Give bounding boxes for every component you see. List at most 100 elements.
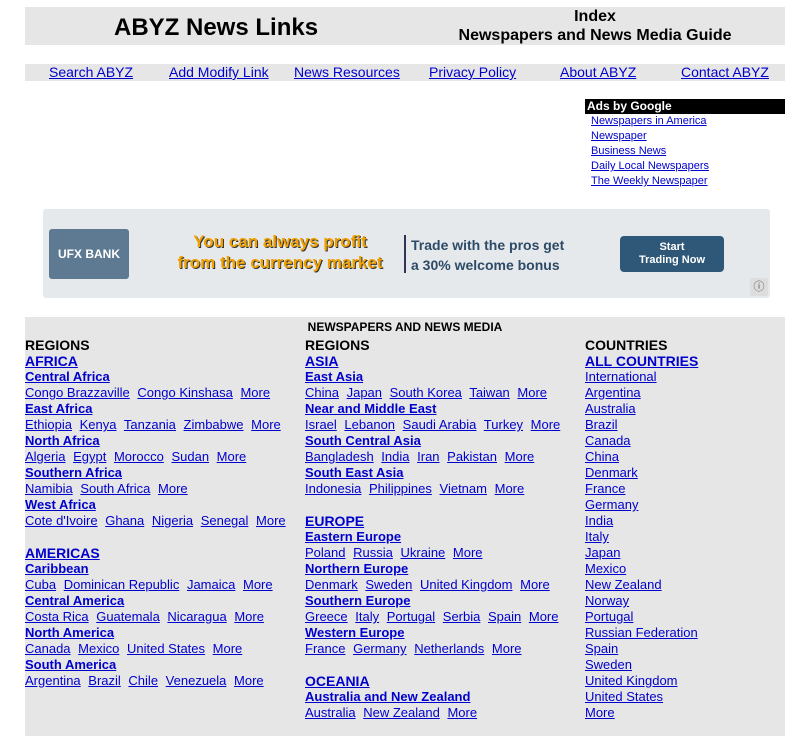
country-link[interactable]: United Kingdom: [420, 577, 513, 592]
more-link[interactable]: More: [585, 705, 785, 721]
country-link[interactable]: Pakistan: [447, 449, 497, 464]
country-link[interactable]: United Kingdom: [585, 673, 785, 689]
country-link[interactable]: Israel: [305, 417, 337, 432]
country-link[interactable]: Germany: [585, 497, 785, 513]
country-link[interactable]: Brazil: [585, 417, 785, 433]
country-link[interactable]: Costa Rica: [25, 609, 89, 624]
country-link[interactable]: Spain: [488, 609, 521, 624]
country-link[interactable]: Argentina: [25, 673, 81, 688]
subregion-east-africa[interactable]: East Africa: [25, 401, 92, 416]
country-link[interactable]: Portugal: [387, 609, 435, 624]
nav-search-abyz[interactable]: Search ABYZ: [49, 64, 133, 81]
region-europe[interactable]: EUROPE: [305, 513, 364, 529]
country-link[interactable]: Iran: [417, 449, 439, 464]
country-link[interactable]: Sweden: [365, 577, 412, 592]
country-link[interactable]: Nigeria: [152, 513, 193, 528]
more-link[interactable]: More: [492, 641, 522, 656]
more-link[interactable]: More: [505, 449, 535, 464]
subregion-central-africa[interactable]: Central Africa: [25, 369, 110, 384]
country-link[interactable]: South Africa: [80, 481, 150, 496]
nav-add-modify-link[interactable]: Add Modify Link: [169, 64, 269, 81]
country-link[interactable]: Kenya: [80, 417, 117, 432]
country-link[interactable]: Lebanon: [344, 417, 395, 432]
country-link[interactable]: Netherlands: [414, 641, 484, 656]
country-link[interactable]: Argentina: [585, 385, 785, 401]
country-link[interactable]: Tanzania: [124, 417, 176, 432]
country-link[interactable]: Brazil: [88, 673, 121, 688]
more-link[interactable]: More: [256, 513, 286, 528]
country-link[interactable]: Japan: [585, 545, 785, 561]
subregion-southern-africa[interactable]: Southern Africa: [25, 465, 122, 480]
more-link[interactable]: More: [517, 385, 547, 400]
country-link[interactable]: Poland: [305, 545, 345, 560]
country-link[interactable]: Spain: [585, 641, 785, 657]
subregion-southern-europe[interactable]: Southern Europe: [305, 593, 410, 608]
subregion-south-america[interactable]: South America: [25, 657, 116, 672]
ad-link[interactable]: Daily Local Newspapers: [591, 160, 709, 172]
more-link[interactable]: More: [240, 385, 270, 400]
subregion-near-middle-east[interactable]: Near and Middle East: [305, 401, 436, 416]
country-link[interactable]: Japan: [347, 385, 382, 400]
country-link[interactable]: Mexico: [78, 641, 119, 656]
country-link[interactable]: China: [585, 449, 785, 465]
ad-link[interactable]: The Weekly Newspaper: [591, 175, 708, 187]
country-link[interactable]: Russian Federation: [585, 625, 785, 641]
country-link[interactable]: United States: [127, 641, 205, 656]
country-link[interactable]: Congo Brazzaville: [25, 385, 130, 400]
more-link[interactable]: More: [495, 481, 525, 496]
country-link[interactable]: China: [305, 385, 339, 400]
country-link[interactable]: Mexico: [585, 561, 785, 577]
country-link[interactable]: Cote d'Ivoire: [25, 513, 98, 528]
country-link[interactable]: Italy: [355, 609, 379, 624]
country-link[interactable]: Saudi Arabia: [403, 417, 477, 432]
ad-banner[interactable]: UFX BANK You can always profit from the …: [43, 209, 770, 298]
country-link[interactable]: France: [585, 481, 785, 497]
country-link[interactable]: Congo Kinshasa: [137, 385, 232, 400]
more-link[interactable]: More: [217, 449, 247, 464]
country-link[interactable]: Denmark: [305, 577, 358, 592]
more-link[interactable]: More: [234, 609, 264, 624]
start-trading-button[interactable]: Start Trading Now: [620, 236, 724, 272]
country-link[interactable]: Canada: [585, 433, 785, 449]
country-link[interactable]: India: [585, 513, 785, 529]
subregion-south-central-asia[interactable]: South Central Asia: [305, 433, 421, 448]
region-americas[interactable]: AMERICAS: [25, 545, 100, 561]
more-link[interactable]: More: [447, 705, 477, 720]
more-link[interactable]: More: [158, 481, 188, 496]
subregion-northern-europe[interactable]: Northern Europe: [305, 561, 408, 576]
country-link[interactable]: Ukraine: [400, 545, 445, 560]
country-link[interactable]: Portugal: [585, 609, 785, 625]
more-link[interactable]: More: [234, 673, 264, 688]
nav-privacy-policy[interactable]: Privacy Policy: [429, 64, 516, 81]
country-link[interactable]: Jamaica: [187, 577, 235, 592]
ad-link[interactable]: Business News: [591, 145, 666, 157]
subregion-north-africa[interactable]: North Africa: [25, 433, 100, 448]
country-link[interactable]: Russia: [353, 545, 393, 560]
more-link[interactable]: More: [213, 641, 243, 656]
country-link[interactable]: Egypt: [73, 449, 106, 464]
country-link[interactable]: Australia: [585, 401, 785, 417]
country-link[interactable]: New Zealand: [363, 705, 440, 720]
region-asia[interactable]: ASIA: [305, 353, 338, 369]
country-link[interactable]: Bangladesh: [305, 449, 374, 464]
more-link[interactable]: More: [251, 417, 281, 432]
country-link[interactable]: Morocco: [114, 449, 164, 464]
country-link[interactable]: Cuba: [25, 577, 56, 592]
info-icon[interactable]: ⓘ: [750, 278, 768, 296]
country-link[interactable]: Algeria: [25, 449, 65, 464]
country-link[interactable]: Senegal: [201, 513, 249, 528]
subregion-north-america[interactable]: North America: [25, 625, 114, 640]
ad-link[interactable]: Newspaper: [591, 130, 647, 142]
more-link[interactable]: More: [243, 577, 273, 592]
country-link[interactable]: Ghana: [105, 513, 144, 528]
country-link[interactable]: Namibia: [25, 481, 73, 496]
country-link[interactable]: Italy: [585, 529, 785, 545]
country-link[interactable]: Zimbabwe: [184, 417, 244, 432]
subregion-east-asia[interactable]: East Asia: [305, 369, 363, 384]
country-link[interactable]: France: [305, 641, 345, 656]
subregion-south-east-asia[interactable]: South East Asia: [305, 465, 403, 480]
country-link[interactable]: South Korea: [390, 385, 462, 400]
all-countries-link[interactable]: ALL COUNTRIES: [585, 353, 698, 369]
country-link[interactable]: Indonesia: [305, 481, 361, 496]
country-link[interactable]: Canada: [25, 641, 71, 656]
